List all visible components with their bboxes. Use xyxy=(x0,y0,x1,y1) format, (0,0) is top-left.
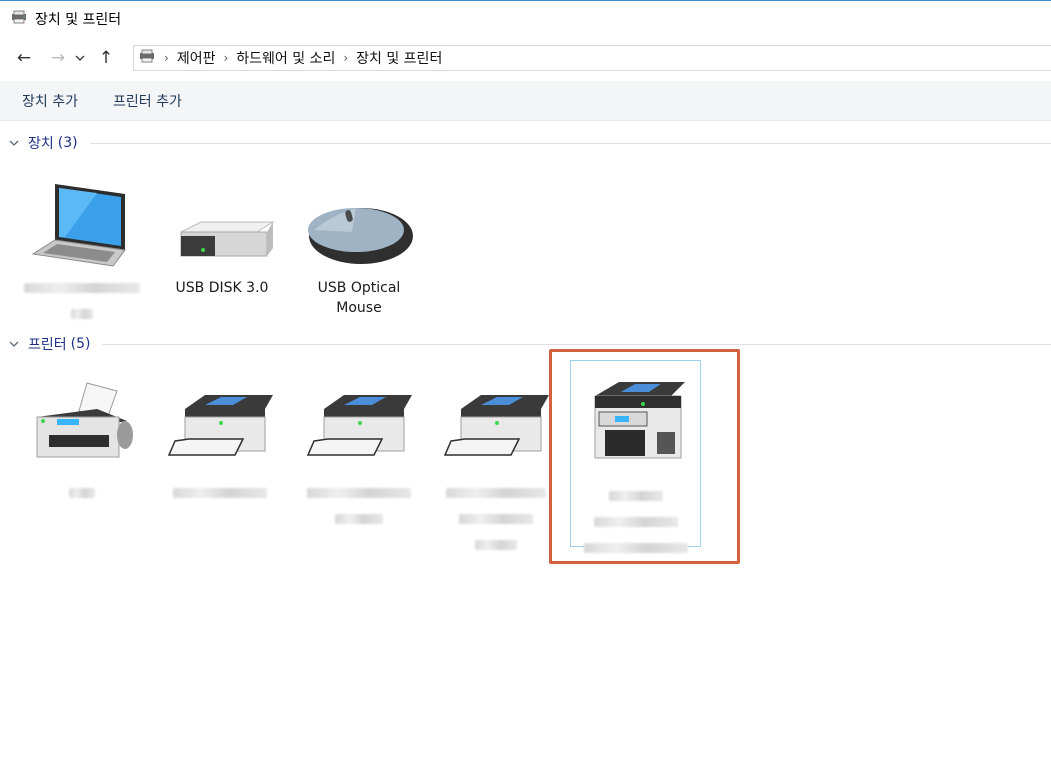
printer-item-printer-3[interactable] xyxy=(293,377,425,535)
breadcrumb-separator: › xyxy=(164,51,169,65)
printer-item-printer-4[interactable] xyxy=(430,377,562,561)
navigation-bar: ← → ↑ › 제어판 › 하드웨어 및 소리 › 장치 및 프린터 xyxy=(0,37,1051,79)
back-arrow-icon: ← xyxy=(16,48,32,68)
address-bar[interactable]: › 제어판 › 하드웨어 및 소리 › 장치 및 프린터 xyxy=(133,45,1051,71)
breadcrumb-separator: › xyxy=(223,51,229,65)
printer-icon xyxy=(164,377,276,477)
printer-icon xyxy=(303,377,415,477)
location-icon xyxy=(138,48,156,68)
back-button[interactable]: ← xyxy=(10,44,38,72)
title-bar: 장치 및 프린터 xyxy=(0,0,1051,37)
printer-icon xyxy=(440,377,552,477)
printer-label xyxy=(307,483,411,535)
recent-locations-button[interactable] xyxy=(72,44,88,72)
add-printer-button[interactable]: 프린터 추가 xyxy=(95,81,199,121)
printer-label xyxy=(69,483,95,509)
breadcrumb-separator: › xyxy=(343,51,349,65)
printers-group-count: (5) xyxy=(70,336,91,352)
breadcrumb-control-panel[interactable]: 제어판 xyxy=(177,48,216,68)
collapse-chevron-icon[interactable] xyxy=(0,337,28,351)
up-arrow-icon: ↑ xyxy=(98,48,114,68)
group-divider xyxy=(89,142,1051,144)
printer-label xyxy=(446,483,546,561)
printers-group-title: 프린터 xyxy=(28,337,67,353)
device-label: USB DISK 3.0 xyxy=(175,280,269,296)
fax-icon xyxy=(26,377,138,477)
mouse-icon xyxy=(303,172,415,272)
device-item-usb-disk[interactable]: USB DISK 3.0 xyxy=(156,172,288,298)
command-bar: 장치 추가 프린터 추가 xyxy=(0,81,1051,121)
up-button[interactable]: ↑ xyxy=(92,44,120,72)
breadcrumb-devices-printers[interactable]: 장치 및 프린터 xyxy=(356,48,442,68)
group-divider xyxy=(102,343,1051,345)
window-title: 장치 및 프린터 xyxy=(35,12,122,28)
device-item-laptop[interactable] xyxy=(16,172,148,330)
device-item-usb-mouse[interactable]: USB Optical Mouse xyxy=(293,172,425,318)
devices-group-title: 장치 xyxy=(28,136,54,152)
forward-button[interactable]: → xyxy=(44,44,72,72)
usb-drive-icon xyxy=(166,172,278,272)
collapse-chevron-icon[interactable] xyxy=(0,136,28,150)
laptop-icon xyxy=(26,172,138,272)
printer-item-fax[interactable] xyxy=(16,377,148,509)
printer-label xyxy=(173,483,267,509)
device-label: USB Optical Mouse xyxy=(317,280,401,316)
printers-group-header[interactable]: 프린터 (5) xyxy=(0,333,1051,355)
device-label xyxy=(24,278,140,330)
forward-arrow-icon: → xyxy=(50,48,66,68)
devices-group-header[interactable]: 장치 (3) xyxy=(0,132,1051,154)
add-device-button[interactable]: 장치 추가 xyxy=(0,81,95,121)
devices-printers-icon xyxy=(10,9,28,29)
chevron-down-icon xyxy=(75,51,85,66)
highlight-box xyxy=(549,349,740,564)
breadcrumb-hardware-sound[interactable]: 하드웨어 및 소리 xyxy=(236,48,335,68)
printer-item-printer-2[interactable] xyxy=(154,377,286,509)
devices-group-count: (3) xyxy=(57,135,78,151)
